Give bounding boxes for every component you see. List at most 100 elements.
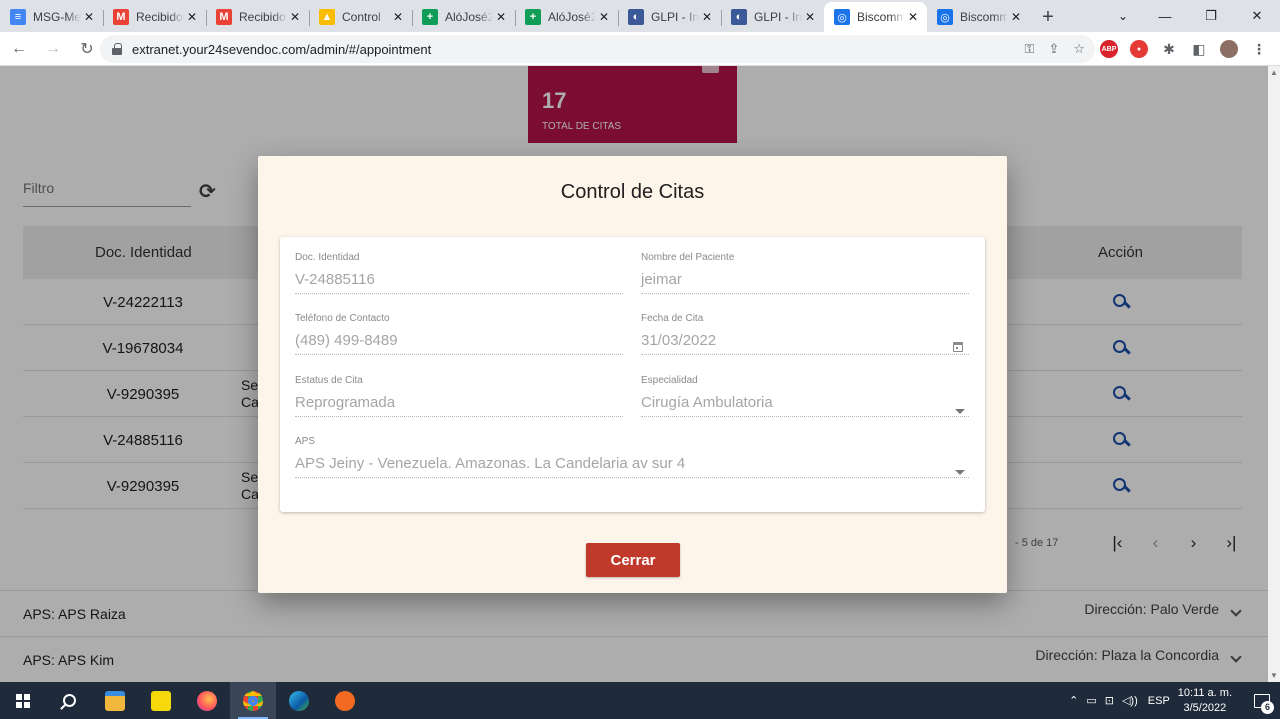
bookmark-star-icon[interactable]: ☆ <box>1073 41 1085 57</box>
tab-title: Biscomm <box>857 10 905 24</box>
appointment-date-value[interactable]: 31/03/2022 <box>641 332 969 352</box>
browser-tab[interactable]: ◐ GLPI - Inicio✕ <box>721 2 824 32</box>
minimize-button[interactable]: — <box>1142 0 1188 32</box>
close-tab-icon[interactable]: ✕ <box>493 10 509 24</box>
sticky-notes-button[interactable] <box>138 682 184 719</box>
close-tab-icon[interactable]: ✕ <box>802 10 818 24</box>
browser-toolbar: ← → ↻ extranet.your24sevendoc.com/admin/… <box>0 32 1280 66</box>
patient-name-value[interactable]: jeimar <box>641 271 969 291</box>
page-scrollbar[interactable]: ▲ ▼ <box>1268 66 1280 682</box>
scroll-down-icon[interactable]: ▼ <box>1270 671 1278 680</box>
dropdown-arrow-icon[interactable] <box>955 409 965 414</box>
key-icon[interactable]: ⚿ <box>1025 41 1035 57</box>
start-button[interactable] <box>0 682 46 719</box>
biscomm-icon: ◎ <box>834 9 850 25</box>
aps-value[interactable]: APS Jeiny - Venezuela. Amazonas. La Cand… <box>295 455 969 475</box>
dropdown-arrow-icon[interactable] <box>955 470 965 475</box>
restore-button[interactable]: ❐ <box>1188 0 1234 32</box>
status-value[interactable]: Reprogramada <box>295 394 623 414</box>
tab-title: AlóJosé2 <box>548 10 596 24</box>
browser-tab[interactable]: ◎ Biscomm ✕ <box>824 2 927 32</box>
tab-title: Recibidos <box>136 10 184 24</box>
battery-icon[interactable]: ▭ <box>1086 694 1096 707</box>
close-tab-icon[interactable]: ✕ <box>596 10 612 24</box>
appointment-date-label: Fecha de Cita <box>641 313 704 324</box>
lock-icon[interactable] <box>112 43 122 55</box>
close-tab-icon[interactable]: ✕ <box>81 10 97 24</box>
address-bar[interactable]: extranet.your24sevendoc.com/admin/#/appo… <box>100 35 1095 63</box>
menu-kebab-icon[interactable]: ⋮ <box>1250 40 1268 58</box>
extension-icon[interactable]: ● <box>1130 40 1148 58</box>
close-tab-icon[interactable]: ✕ <box>184 10 200 24</box>
doc-identidad-value[interactable]: V-24885116 <box>295 271 623 291</box>
extensions-area: ABP ● ✱ ◧ ⋮ <box>1100 32 1268 66</box>
close-tab-icon[interactable]: ✕ <box>1008 10 1024 24</box>
windows-logo-icon <box>16 693 30 708</box>
phone-field[interactable]: Teléfono de Contacto (489) 499-8489 <box>295 313 623 355</box>
status-field[interactable]: Estatus de Cita Reprogramada <box>295 375 623 417</box>
forward-button[interactable]: → <box>38 34 68 64</box>
address-bar-actions: ⚿ ⇪ ☆ <box>1025 35 1085 63</box>
browser-tab[interactable]: M Recibidos ✕ <box>103 2 206 32</box>
back-button[interactable]: ← <box>4 34 34 64</box>
scroll-up-icon[interactable]: ▲ <box>1270 68 1278 77</box>
chrome-button[interactable] <box>230 682 276 719</box>
biscomm-icon: ◎ <box>937 9 953 25</box>
side-panel-icon[interactable]: ◧ <box>1190 40 1208 58</box>
clock[interactable]: 10:11 a. m. 3/5/2022 <box>1178 686 1232 716</box>
chevron-up-icon[interactable]: ⌃ <box>1069 694 1078 707</box>
status-label: Estatus de Cita <box>295 375 363 386</box>
browser-tab[interactable]: ◎ Biscomm ✕ <box>927 2 1030 32</box>
browser-tab[interactable]: ▲ Control ✕ <box>309 2 412 32</box>
calendar-icon[interactable] <box>953 342 963 352</box>
app-button[interactable] <box>322 682 368 719</box>
browser-tab[interactable]: + AlóJosé2 ✕ <box>412 2 515 32</box>
clock-time: 10:11 a. m. <box>1177 686 1232 699</box>
field-underline <box>295 354 623 355</box>
volume-icon[interactable]: ◁)) <box>1122 694 1138 707</box>
adblock-plus-icon[interactable]: ABP <box>1100 40 1118 58</box>
tab-search-icon[interactable]: ⌄ <box>1106 0 1140 32</box>
close-tab-icon[interactable]: ✕ <box>699 10 715 24</box>
extensions-puzzle-icon[interactable]: ✱ <box>1160 40 1178 58</box>
language-indicator[interactable]: ESP <box>1148 695 1170 707</box>
taskbar-search-button[interactable] <box>46 682 92 719</box>
share-icon[interactable]: ⇪ <box>1048 41 1059 57</box>
reload-button[interactable]: ↻ <box>72 34 102 64</box>
aps-label: APS <box>295 436 316 447</box>
edge-button[interactable] <box>276 682 322 719</box>
tray-icons: ⌃ ▭ ⊡ ◁)) <box>1069 694 1138 707</box>
field-underline <box>295 293 623 294</box>
specialty-label: Especialidad <box>641 375 698 386</box>
browser-tab[interactable]: + AlóJosé2 ✕ <box>515 2 618 32</box>
specialty-select[interactable]: Especialidad Cirugía Ambulatoria <box>641 375 969 417</box>
gmail-icon: M <box>113 9 129 25</box>
browser-tab[interactable]: ≡ MSG-Mensajes✕ <box>0 2 103 32</box>
firefox-button[interactable] <box>184 682 230 719</box>
file-explorer-button[interactable] <box>92 682 138 719</box>
close-tab-icon[interactable]: ✕ <box>287 10 303 24</box>
browser-tab[interactable]: ◐ GLPI - Inicio✕ <box>618 2 721 32</box>
aps-select[interactable]: APS APS Jeiny - Venezuela. Amazonas. La … <box>295 436 969 478</box>
profile-avatar[interactable] <box>1220 40 1238 58</box>
sheets-icon: + <box>525 9 541 25</box>
notification-center-button[interactable]: 6 <box>1244 693 1280 714</box>
new-tab-button[interactable]: + <box>1034 2 1062 32</box>
tab-title: Control <box>342 10 381 24</box>
doc-identidad-field[interactable]: Doc. Identidad V-24885116 <box>295 252 623 294</box>
patient-name-field[interactable]: Nombre del Paciente jeimar <box>641 252 969 294</box>
network-icon[interactable]: ⊡ <box>1105 694 1114 707</box>
system-tray: ⌃ ▭ ⊡ ◁)) ESP 10:11 a. m. 3/5/2022 6 <box>1069 682 1280 719</box>
field-underline <box>641 293 969 294</box>
close-dialog-button[interactable]: Cerrar <box>586 543 680 577</box>
browser-tab[interactable]: M Recibidos ✕ <box>206 2 309 32</box>
url-text[interactable]: extranet.your24sevendoc.com/admin/#/appo… <box>132 42 431 57</box>
sheets-icon: + <box>422 9 438 25</box>
close-tab-icon[interactable]: ✕ <box>390 10 406 24</box>
phone-value[interactable]: (489) 499-8489 <box>295 332 623 352</box>
close-window-button[interactable]: ✕ <box>1234 0 1280 32</box>
field-underline <box>295 477 969 478</box>
appointment-date-field[interactable]: Fecha de Cita 31/03/2022 <box>641 313 969 355</box>
close-tab-icon[interactable]: ✕ <box>905 10 921 24</box>
specialty-value[interactable]: Cirugía Ambulatoria <box>641 394 969 414</box>
